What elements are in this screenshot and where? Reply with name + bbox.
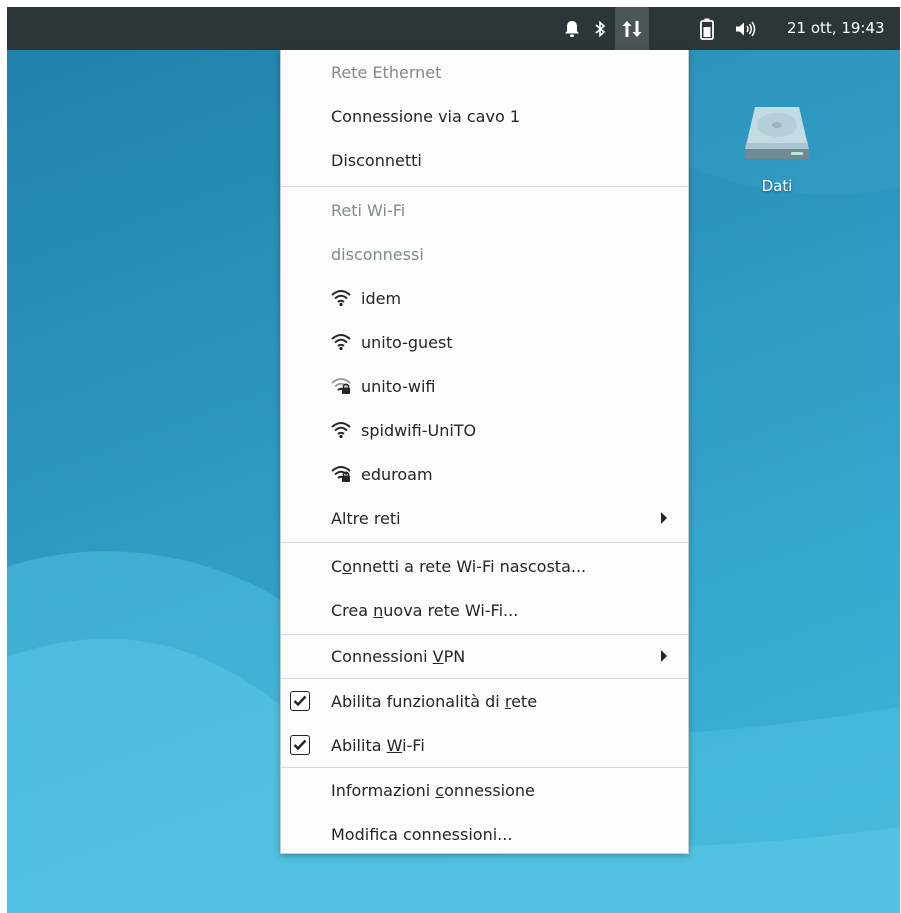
wifi-status: disconnessi: [331, 244, 424, 264]
wifi-network-unito-wifi[interactable]: unito-wifi: [281, 364, 688, 408]
wifi-network-idem[interactable]: idem: [281, 276, 688, 320]
volume-icon[interactable]: [729, 7, 763, 50]
checkbox-checked-icon[interactable]: [290, 735, 310, 755]
connect-hidden-wifi-item[interactable]: Connetti a rete Wi-Fi nascosta...: [281, 544, 688, 588]
vpn-connections-item[interactable]: Connessioni VPN: [281, 634, 688, 678]
network-menu: Rete Ethernet Connessione via cavo 1 Dis…: [280, 50, 689, 854]
submenu-arrow-icon: [661, 650, 667, 662]
wifi-network-unito-guest[interactable]: unito-guest: [281, 320, 688, 364]
submenu-arrow-icon: [661, 512, 667, 524]
menu-separator: [281, 542, 688, 543]
checkbox-checked-icon[interactable]: [290, 691, 310, 711]
create-new-wifi-item[interactable]: Crea nuova rete Wi-Fi...: [281, 588, 688, 632]
top-panel: 21 ott, 19:43: [7, 7, 900, 50]
wifi-header: Reti Wi-Fi: [331, 200, 406, 220]
notification-bell-icon[interactable]: [560, 7, 584, 50]
wifi-network-eduroam[interactable]: eduroam: [281, 452, 688, 496]
desktop-icon-dati[interactable]: Dati: [737, 103, 817, 195]
enable-wifi-item[interactable]: Abilita Wi-Fi: [281, 723, 688, 767]
wifi-network-spidwifi-unito[interactable]: spidwifi-UniTO: [281, 408, 688, 452]
bluetooth-icon[interactable]: [589, 7, 611, 50]
ethernet-connection-item[interactable]: Connessione via cavo 1: [281, 94, 688, 138]
enable-networking-item[interactable]: Abilita funzionalità di rete: [281, 679, 688, 723]
network-transfer-icon[interactable]: [615, 7, 649, 50]
ethernet-header: Rete Ethernet: [331, 62, 442, 82]
wifi-secured-weak-icon: [331, 378, 351, 394]
desktop-icon-label: Dati: [761, 177, 793, 195]
other-networks-item[interactable]: Altre reti: [281, 496, 688, 540]
battery-icon[interactable]: [695, 7, 719, 50]
wifi-secured-icon: [331, 466, 351, 482]
desktop-frame: 21 ott, 19:43 Dati Rete Ethernet Conness…: [7, 7, 900, 913]
panel-clock[interactable]: 21 ott, 19:43: [787, 7, 885, 50]
disconnect-item[interactable]: Disconnetti: [281, 138, 688, 182]
edit-connections-item[interactable]: Modifica connessioni...: [281, 812, 688, 856]
wifi-signal-icon: [331, 334, 351, 351]
wifi-signal-icon: [331, 290, 351, 307]
hard-drive-icon: [745, 107, 809, 159]
connection-info-item[interactable]: Informazioni connessione: [281, 768, 688, 812]
menu-separator: [281, 186, 688, 187]
wifi-signal-icon: [331, 422, 351, 439]
